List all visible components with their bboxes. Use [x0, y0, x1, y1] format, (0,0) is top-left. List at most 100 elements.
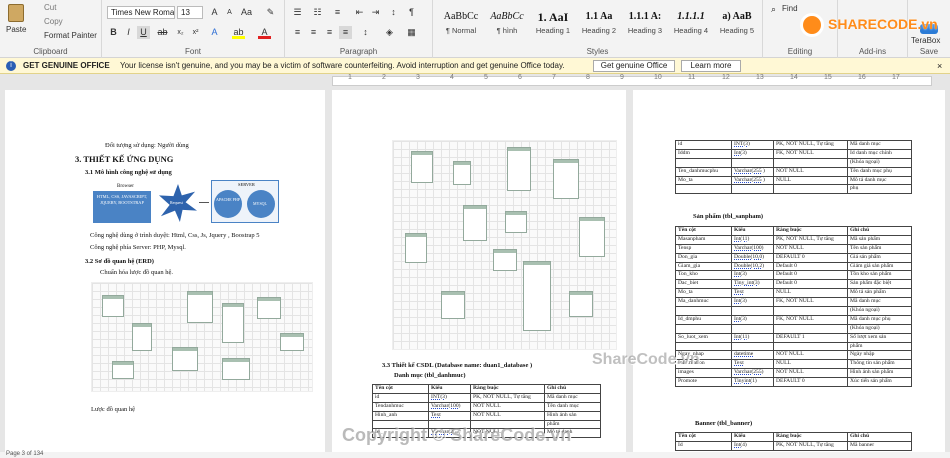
- table-cell[interactable]: [773, 341, 848, 352]
- table-cell[interactable]: Tồn kho sản phẩm: [847, 270, 912, 281]
- table-cell[interactable]: [773, 323, 848, 334]
- horizontal-ruler[interactable]: 1 2 3 4 5 6 7 8 9 10 11 12 13 14 15 16 17: [0, 74, 950, 88]
- table-cell[interactable]: Hình ảnh sản phẩm: [847, 368, 912, 379]
- table-cell[interactable]: DEFAULT 1: [773, 332, 848, 343]
- table-cell[interactable]: [675, 341, 732, 352]
- table-cell[interactable]: NOT NULL: [470, 410, 545, 421]
- table-cell[interactable]: images: [675, 368, 732, 379]
- paste-button[interactable]: Paste: [6, 25, 26, 34]
- table-cell[interactable]: Varchar(100): [731, 243, 774, 254]
- table-cell[interactable]: Dac_biet: [675, 279, 732, 290]
- table-cell[interactable]: Varchar(255): [731, 368, 774, 379]
- table-cell[interactable]: Text: [731, 288, 774, 299]
- table-cell[interactable]: Mã banner: [847, 440, 912, 451]
- shading-icon[interactable]: ◈: [383, 26, 396, 39]
- table-cell[interactable]: Tiny_int(3): [731, 279, 774, 290]
- text-effects-icon[interactable]: A: [208, 26, 221, 39]
- table-cell[interactable]: Tên danh mục: [544, 401, 601, 412]
- decrease-indent-icon[interactable]: ⇤: [353, 6, 366, 19]
- table-cell[interactable]: Tên danh mục phụ: [847, 166, 912, 177]
- table-cell[interactable]: Giá sản phẩm: [847, 252, 912, 263]
- table-cell[interactable]: [470, 419, 545, 430]
- table-cell[interactable]: Int(4): [731, 440, 774, 451]
- style-hinh[interactable]: AaBbCc ¶ hình: [485, 8, 529, 35]
- table-cell[interactable]: Tên sản phẩm: [847, 243, 912, 254]
- table-cell[interactable]: [773, 157, 848, 168]
- increase-indent-icon[interactable]: ⇥: [369, 6, 382, 19]
- copy-button[interactable]: Copy: [44, 17, 63, 26]
- table-cell[interactable]: NOT NULL: [470, 428, 545, 439]
- table-cell[interactable]: Số lượt xem sản: [847, 332, 912, 343]
- table-cell[interactable]: Int(3): [731, 148, 774, 159]
- table-cell[interactable]: datetime: [731, 350, 774, 361]
- table-cell[interactable]: [731, 184, 774, 195]
- style-heading-3[interactable]: 1.1.1 A: Heading 3: [623, 8, 667, 35]
- borders-icon[interactable]: ▦: [405, 26, 418, 39]
- table-cell[interactable]: Ngày nhập: [847, 350, 912, 361]
- table-cell[interactable]: Varchar(100): [428, 401, 471, 412]
- table-cell[interactable]: Mô tả danh: [544, 428, 601, 439]
- table-cell[interactable]: Int(3): [731, 297, 774, 308]
- table-cell[interactable]: Promote: [675, 377, 732, 388]
- justify-icon[interactable]: ≡: [339, 26, 352, 39]
- font-family-select[interactable]: Times New Roman: [107, 6, 175, 19]
- table-cell[interactable]: [731, 306, 774, 316]
- table-cell[interactable]: FK, NOT NULL: [773, 148, 848, 159]
- table-cell[interactable]: Giảm giá sản phẩm: [847, 261, 912, 272]
- numbering-icon[interactable]: ☷: [311, 6, 324, 19]
- table-cell[interactable]: Tinyint(1): [731, 377, 774, 388]
- table-cell[interactable]: Tensp: [675, 243, 732, 254]
- table-cell[interactable]: phụ: [847, 184, 912, 195]
- close-icon[interactable]: ×: [937, 58, 942, 74]
- table-cell[interactable]: Masanpham: [675, 234, 732, 245]
- table-cell[interactable]: (Khóa ngoại): [847, 157, 912, 168]
- table-cell[interactable]: [428, 419, 471, 430]
- grow-font-icon[interactable]: A: [208, 6, 221, 19]
- align-right-icon[interactable]: ≡: [323, 26, 336, 39]
- table-cell[interactable]: phẩm: [847, 341, 912, 352]
- table-cell[interactable]: Varchar(255 ): [731, 175, 774, 186]
- show-marks-icon[interactable]: ¶: [405, 6, 418, 19]
- table-cell[interactable]: Text: [731, 359, 774, 370]
- font-size-select[interactable]: 13: [177, 6, 203, 19]
- style-heading-4[interactable]: 1.1.1.1 Heading 4: [669, 8, 713, 35]
- table-cell[interactable]: Thông tin sản phẩm: [847, 359, 912, 370]
- style-heading-2[interactable]: 1.1 Aa Heading 2: [577, 8, 621, 35]
- table-cell[interactable]: Varchar(255 ): [731, 166, 774, 177]
- table-cell[interactable]: Mã danh mục phụ: [847, 314, 912, 325]
- table-cell[interactable]: Text: [428, 410, 471, 421]
- table-cell[interactable]: Varchar(255): [428, 428, 471, 439]
- table-cell[interactable]: NOT NULL: [773, 350, 848, 361]
- table-cell[interactable]: NULL: [773, 288, 848, 299]
- table-cell[interactable]: Mã danh mục: [847, 140, 912, 150]
- align-left-icon[interactable]: ≡: [291, 26, 304, 39]
- table-cell[interactable]: NOT NULL: [773, 368, 848, 379]
- table-cell[interactable]: [731, 157, 774, 168]
- table-cell[interactable]: NULL: [773, 359, 848, 370]
- table-cell[interactable]: Int(11): [731, 234, 774, 245]
- table-cell[interactable]: [675, 157, 732, 168]
- sort-icon[interactable]: ↕: [387, 6, 400, 19]
- cut-button[interactable]: Cut: [44, 3, 56, 12]
- find-button[interactable]: Find: [782, 4, 798, 13]
- table-cell[interactable]: Default 0: [773, 279, 848, 290]
- table-cell[interactable]: [675, 184, 732, 195]
- table-cell[interactable]: Hinh_anh: [372, 410, 429, 421]
- table-cell[interactable]: Mã danh mục: [847, 297, 912, 308]
- style-heading-1[interactable]: 1. AaI Heading 1: [531, 8, 575, 35]
- learn-more-button[interactable]: Learn more: [681, 60, 741, 72]
- table-cell[interactable]: So_luot_xem: [675, 332, 732, 343]
- table-cell[interactable]: Ma_danhmuc: [675, 297, 732, 308]
- table-cell[interactable]: Int(3): [731, 314, 774, 325]
- page-1[interactable]: Đối tượng sử dụng: Người dùng 3. THIẾT K…: [5, 90, 325, 452]
- page-2[interactable]: 3.3 Thiết kế CSDL (Database name: duan1_…: [332, 90, 626, 452]
- table-cell[interactable]: DEFAULT 0: [773, 377, 848, 388]
- table-cell[interactable]: Mô tả danh mục: [847, 175, 912, 186]
- table-cell[interactable]: Double(10,0): [731, 252, 774, 263]
- align-center-icon[interactable]: ≡: [307, 26, 320, 39]
- table-cell[interactable]: Iddm: [675, 148, 732, 159]
- underline-icon[interactable]: U: [137, 26, 150, 39]
- table-cell[interactable]: Ton_kho: [675, 270, 732, 281]
- page-3[interactable]: id INT(3) PK, NOT NULL, Tự tăng Mã danh mục…: [633, 90, 945, 452]
- change-case-icon[interactable]: Aa: [240, 6, 253, 19]
